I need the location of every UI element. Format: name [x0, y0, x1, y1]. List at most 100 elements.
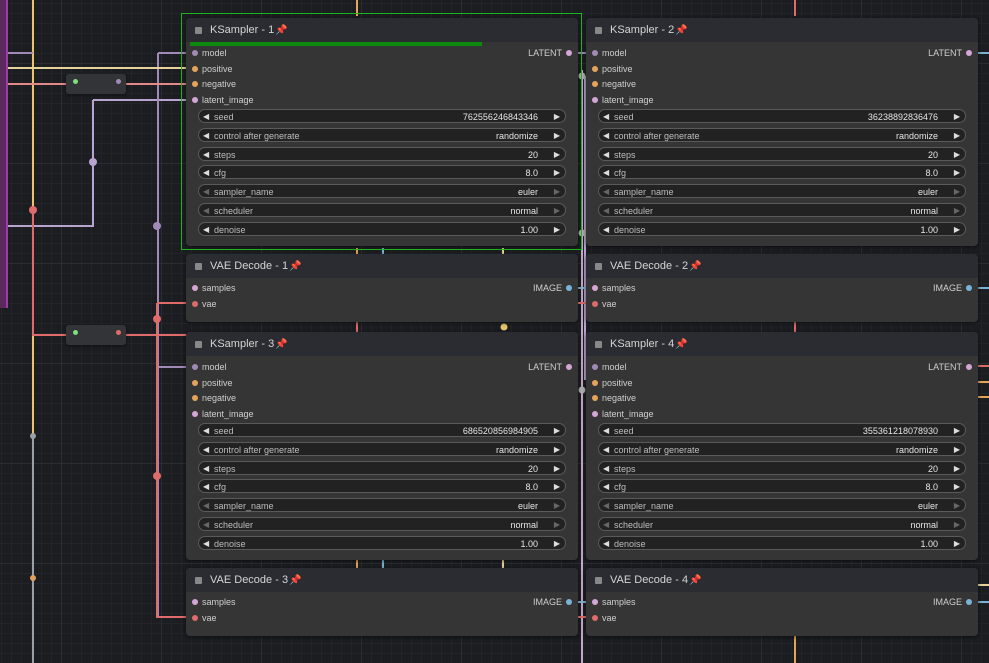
decrement-arrow-icon[interactable]: ◀ — [203, 223, 209, 237]
slot-dot-icon[interactable] — [592, 364, 598, 370]
input-slot-positive[interactable]: positive — [192, 63, 233, 75]
input-slot-model[interactable]: model — [192, 47, 227, 59]
ksampler-node-3[interactable]: KSampler - 3 📌 model positive negative latent… — [186, 332, 578, 560]
reroute-output-dot[interactable] — [116, 330, 121, 335]
increment-arrow-icon[interactable]: ▶ — [554, 204, 560, 218]
collapse-toggle-icon[interactable] — [195, 340, 202, 348]
output-slot-image[interactable]: IMAGE — [933, 596, 972, 608]
input-slot-model[interactable]: model — [592, 47, 627, 59]
output-slot-image[interactable]: IMAGE — [933, 282, 972, 294]
increment-arrow-icon[interactable]: ▶ — [554, 185, 560, 199]
slot-dot-icon[interactable] — [592, 96, 598, 103]
input-slot-vae[interactable]: vae — [192, 612, 217, 624]
input-slot-positive[interactable]: positive — [192, 377, 233, 389]
decrement-arrow-icon[interactable]: ◀ — [603, 148, 609, 162]
increment-arrow-icon[interactable]: ▶ — [554, 166, 560, 180]
widget-sampler-name[interactable]: ◀ sampler_name euler ▶ — [198, 184, 566, 199]
input-slot-negative[interactable]: negative — [592, 78, 636, 90]
widget-scheduler[interactable]: ◀ scheduler normal ▶ — [598, 517, 966, 531]
input-slot-latent-image[interactable]: latent_image — [192, 94, 254, 106]
decrement-arrow-icon[interactable]: ◀ — [203, 204, 209, 218]
reroute-output-dot[interactable] — [116, 79, 121, 84]
collapse-toggle-icon[interactable] — [595, 340, 602, 348]
node-title-bar[interactable]: VAE Decode - 1 📌 — [186, 254, 578, 278]
slot-dot-icon[interactable] — [966, 364, 972, 370]
widget-sampler-name[interactable]: ◀ sampler_name euler ▶ — [598, 184, 966, 199]
decrement-arrow-icon[interactable]: ◀ — [203, 110, 209, 124]
slot-dot-icon[interactable] — [592, 410, 598, 417]
collapse-toggle-icon[interactable] — [195, 26, 202, 34]
output-slot-latent[interactable]: LATENT — [928, 361, 972, 373]
widget-cfg[interactable]: ◀ cfg 8.0 ▶ — [198, 479, 566, 494]
vae-decode-node-1[interactable]: VAE Decode - 1 📌 samples vae IMAGE — [186, 254, 578, 322]
input-slot-samples[interactable]: samples — [592, 282, 636, 294]
decrement-arrow-icon[interactable]: ◀ — [203, 185, 209, 199]
slot-dot-icon[interactable] — [192, 599, 198, 605]
vae-decode-node-4[interactable]: VAE Decode - 4 📌 samples vae IMAGE — [586, 568, 978, 636]
ksampler-node-2[interactable]: KSampler - 2 📌 model positive negative latent… — [586, 18, 978, 246]
vae-decode-node-2[interactable]: VAE Decode - 2 📌 samples vae IMAGE — [586, 254, 978, 322]
decrement-arrow-icon[interactable]: ◀ — [203, 424, 209, 438]
widget-cfg[interactable]: ◀ cfg 8.0 ▶ — [598, 165, 966, 180]
increment-arrow-icon[interactable]: ▶ — [954, 518, 960, 532]
decrement-arrow-icon[interactable]: ◀ — [203, 518, 209, 532]
slot-dot-icon[interactable] — [192, 379, 198, 386]
increment-arrow-icon[interactable]: ▶ — [554, 518, 560, 532]
widget-scheduler[interactable]: ◀ scheduler normal ▶ — [598, 203, 966, 217]
slot-dot-icon[interactable] — [566, 285, 572, 291]
input-slot-model[interactable]: model — [192, 361, 227, 373]
slot-dot-icon[interactable] — [192, 395, 198, 401]
decrement-arrow-icon[interactable]: ◀ — [603, 443, 609, 457]
increment-arrow-icon[interactable]: ▶ — [954, 166, 960, 180]
widget-steps[interactable]: ◀ steps 20 ▶ — [198, 146, 566, 162]
increment-arrow-icon[interactable]: ▶ — [954, 480, 960, 494]
increment-arrow-icon[interactable]: ▶ — [554, 148, 560, 162]
output-slot-latent[interactable]: LATENT — [528, 361, 572, 373]
slot-dot-icon[interactable] — [966, 285, 972, 291]
input-slot-positive[interactable]: positive — [592, 63, 633, 75]
decrement-arrow-icon[interactable]: ◀ — [203, 129, 209, 143]
decrement-arrow-icon[interactable]: ◀ — [603, 537, 609, 551]
decrement-arrow-icon[interactable]: ◀ — [203, 480, 209, 494]
increment-arrow-icon[interactable]: ▶ — [554, 110, 560, 124]
increment-arrow-icon[interactable]: ▶ — [554, 480, 560, 494]
decrement-arrow-icon[interactable]: ◀ — [603, 462, 609, 476]
input-slot-negative[interactable]: negative — [192, 78, 236, 90]
widget-sampler-name[interactable]: ◀ sampler_name euler ▶ — [198, 498, 566, 513]
input-slot-vae[interactable]: vae — [192, 298, 217, 310]
slot-dot-icon[interactable] — [966, 50, 972, 56]
decrement-arrow-icon[interactable]: ◀ — [603, 499, 609, 513]
node-title-bar[interactable]: VAE Decode - 3 📌 — [186, 568, 578, 592]
decrement-arrow-icon[interactable]: ◀ — [203, 166, 209, 180]
input-slot-vae[interactable]: vae — [592, 298, 617, 310]
widget-steps[interactable]: ◀ steps 20 ▶ — [598, 146, 966, 162]
increment-arrow-icon[interactable]: ▶ — [954, 185, 960, 199]
node-title-bar[interactable]: KSampler - 3 📌 — [186, 332, 578, 356]
increment-arrow-icon[interactable]: ▶ — [954, 499, 960, 513]
input-slot-latent-image[interactable]: latent_image — [592, 94, 654, 106]
increment-arrow-icon[interactable]: ▶ — [554, 223, 560, 237]
widget-seed[interactable]: ◀ seed 355361218078930 ▶ — [598, 423, 966, 437]
input-slot-latent-image[interactable]: latent_image — [592, 408, 654, 420]
slot-dot-icon[interactable] — [192, 81, 198, 87]
slot-dot-icon[interactable] — [592, 614, 598, 621]
node-title-bar[interactable]: VAE Decode - 4 📌 — [586, 568, 978, 592]
collapse-toggle-icon[interactable] — [595, 262, 602, 270]
input-slot-samples[interactable]: samples — [192, 282, 236, 294]
collapse-toggle-icon[interactable] — [195, 576, 202, 584]
reroute-input-dot[interactable] — [73, 330, 78, 335]
increment-arrow-icon[interactable]: ▶ — [954, 110, 960, 124]
slot-dot-icon[interactable] — [966, 599, 972, 605]
input-slot-negative[interactable]: negative — [192, 392, 236, 404]
decrement-arrow-icon[interactable]: ◀ — [603, 518, 609, 532]
node-title-bar[interactable]: KSampler - 4 📌 — [586, 332, 978, 356]
increment-arrow-icon[interactable]: ▶ — [954, 537, 960, 551]
increment-arrow-icon[interactable]: ▶ — [554, 443, 560, 457]
decrement-arrow-icon[interactable]: ◀ — [603, 129, 609, 143]
decrement-arrow-icon[interactable]: ◀ — [603, 204, 609, 218]
decrement-arrow-icon[interactable]: ◀ — [603, 223, 609, 237]
vae-decode-node-3[interactable]: VAE Decode - 3 📌 samples vae IMAGE — [186, 568, 578, 636]
output-slot-latent[interactable]: LATENT — [928, 47, 972, 59]
collapse-toggle-icon[interactable] — [595, 26, 602, 34]
slot-dot-icon[interactable] — [592, 81, 598, 87]
